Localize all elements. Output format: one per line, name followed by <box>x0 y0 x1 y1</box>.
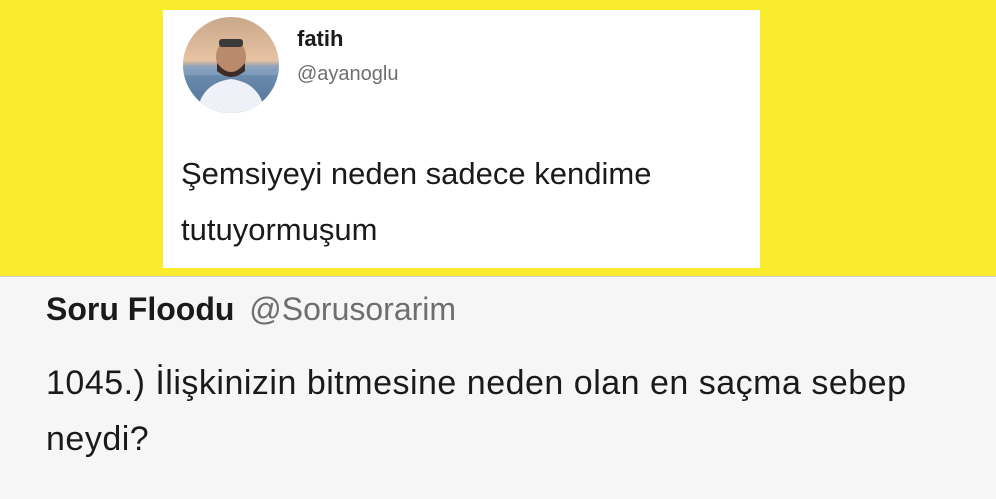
question-display-name[interactable]: Soru Floodu <box>46 291 234 327</box>
reply-handle[interactable]: @ayanoglu <box>297 63 398 86</box>
question-header: Soru Floodu @Sorusorarim <box>46 291 456 328</box>
question-tweet-text: 1045.) İlişkinizin bitmesine neden olan … <box>46 364 907 458</box>
question-handle[interactable]: @Sorusorarim <box>249 291 456 327</box>
reply-tweet-card: fatih @ayanoglu Şemsiyeyi neden sadece k… <box>163 10 760 268</box>
reply-tweet-text: Şemsiyeyi neden sadece kendime tutuyormu… <box>181 156 652 247</box>
question-tweet-card: Soru Floodu @Sorusorarim 1045.) İlişkini… <box>0 276 996 499</box>
avatar[interactable] <box>183 17 279 113</box>
avatar-photo-icon <box>183 17 279 113</box>
reply-display-name[interactable]: fatih <box>297 26 343 52</box>
